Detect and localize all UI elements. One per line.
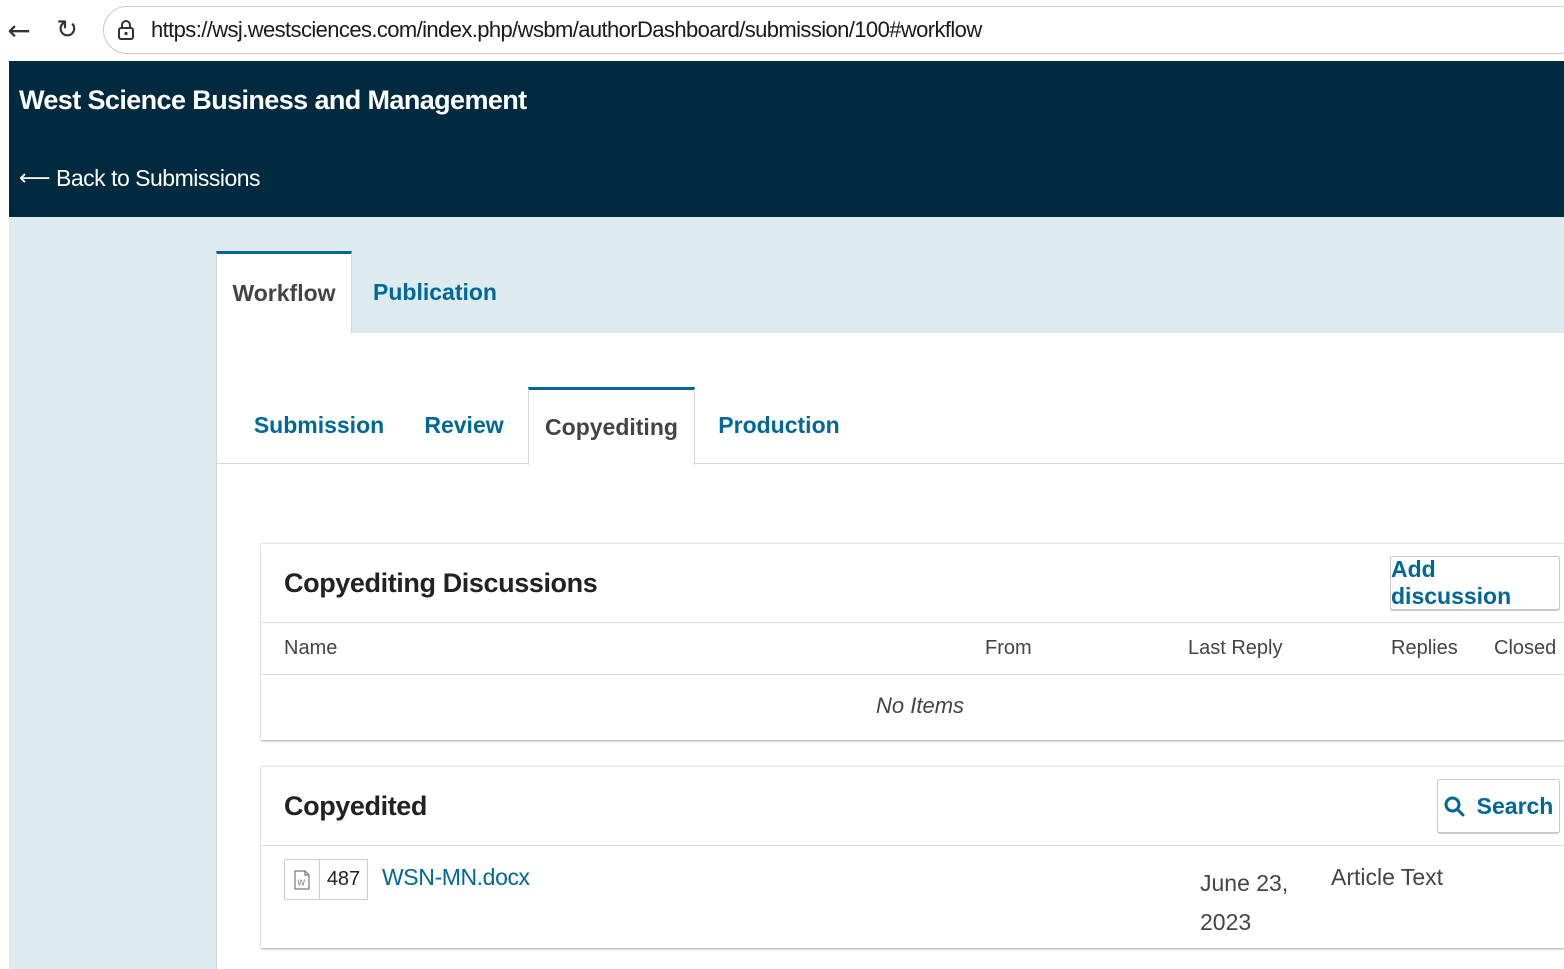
browser-toolbar: ← ↻ https://wsj.westsciences.com/index.p… bbox=[0, 0, 1564, 61]
stage-tab-copyediting-label: Copyediting bbox=[545, 414, 678, 440]
discussions-title: Copyediting Discussions bbox=[284, 568, 598, 598]
stage-tab-copyediting[interactable]: Copyediting bbox=[528, 387, 695, 465]
search-icon bbox=[1444, 796, 1465, 817]
search-files-button[interactable]: Search bbox=[1437, 779, 1560, 833]
tab-publication-label: Publication bbox=[373, 278, 497, 305]
add-discussion-button[interactable]: Add discussion bbox=[1390, 556, 1560, 610]
tab-publication[interactable]: Publication bbox=[356, 251, 514, 333]
column-header-last-reply[interactable]: Last Reply bbox=[1188, 637, 1283, 660]
site-info-icon[interactable] bbox=[117, 20, 137, 40]
discussions-empty-message: No Items bbox=[876, 693, 965, 718]
tab-workflow-label: Workflow bbox=[232, 280, 336, 306]
column-header-replies[interactable]: Replies bbox=[1391, 637, 1458, 660]
stage-tab-production[interactable]: Production bbox=[704, 387, 854, 464]
back-link-label: Back to Submissions bbox=[56, 165, 261, 191]
back-to-submissions-link[interactable]: ⟵ Back to Submissions bbox=[19, 165, 261, 192]
file-name-link[interactable]: WSN-MN.docx bbox=[382, 864, 530, 891]
file-id: 487 bbox=[326, 868, 361, 890]
stage-tab-submission-label: Submission bbox=[253, 412, 385, 438]
file-type: Article Text bbox=[1331, 864, 1444, 890]
site-header: West Science Business and Management ⟵ B… bbox=[9, 61, 1564, 217]
stage-tab-submission[interactable]: Submission bbox=[240, 387, 398, 464]
column-header-name[interactable]: Name bbox=[284, 637, 337, 660]
tab-workflow[interactable]: Workflow bbox=[216, 251, 352, 333]
copyedited-divider bbox=[261, 845, 1564, 846]
url-text[interactable]: https://wsj.westsciences.com/index.php/w… bbox=[151, 17, 982, 43]
file-date: June 23, 2023 bbox=[1200, 870, 1289, 935]
add-discussion-label: Add discussion bbox=[1391, 556, 1512, 609]
copyedited-title: Copyedited bbox=[284, 791, 428, 821]
left-arrow-icon: ⟵ bbox=[19, 166, 51, 191]
discussions-divider bbox=[261, 622, 1564, 623]
column-header-from[interactable]: From bbox=[985, 637, 1032, 660]
journal-title[interactable]: West Science Business and Management bbox=[19, 85, 527, 116]
stage-tab-review-label: Review bbox=[424, 412, 504, 438]
discussions-header-divider bbox=[261, 674, 1564, 675]
back-arrow-icon[interactable]: ← bbox=[2, 10, 36, 50]
stage-tab-production-label: Production bbox=[718, 412, 840, 438]
svg-text:W: W bbox=[297, 878, 305, 887]
reload-icon[interactable]: ↻ bbox=[50, 10, 84, 50]
word-document-icon: W bbox=[285, 860, 320, 899]
address-bar[interactable]: https://wsj.westsciences.com/index.php/w… bbox=[103, 6, 1564, 54]
search-files-label: Search bbox=[1476, 792, 1554, 819]
file-row-badge: W 487 bbox=[284, 859, 368, 900]
stage-tab-review[interactable]: Review bbox=[408, 387, 520, 464]
copyedited-files-card: Copyedited Search bbox=[261, 766, 1564, 948]
column-header-closed[interactable]: Closed bbox=[1494, 637, 1556, 660]
